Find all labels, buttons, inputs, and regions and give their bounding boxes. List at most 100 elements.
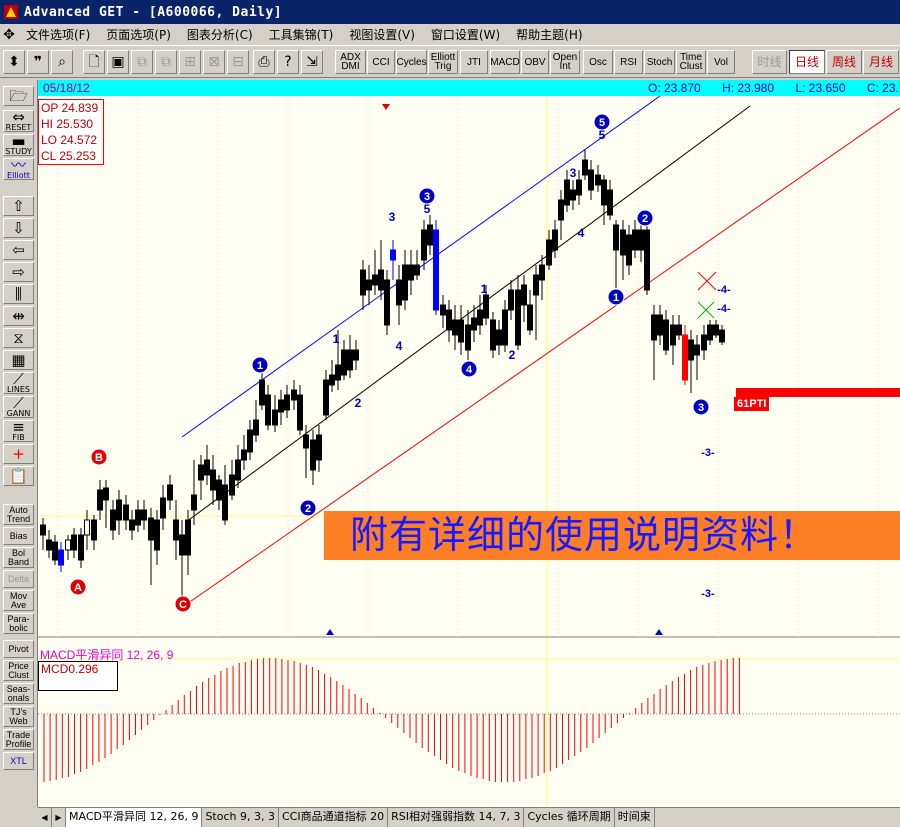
quote-header: 05/18/12 O: 23.870 H: 23.980 L: 23.650 C… <box>38 80 900 96</box>
top-marker <box>382 104 390 110</box>
delete-icon[interactable]: ⊠ <box>203 50 225 74</box>
study-tjs-web-button[interactable]: TJ's Web <box>3 706 34 727</box>
indicator-jti-button[interactable]: JTI <box>460 50 488 74</box>
elliott-button[interactable]: 〰 Elliott <box>3 158 34 180</box>
indicator-macd-button[interactable]: MACD <box>490 50 520 74</box>
title-bar: Advanced GET - [A600066, Daily] <box>0 0 900 24</box>
crosshair-button[interactable]: + <box>3 444 34 464</box>
fib-label: FIB <box>12 433 25 442</box>
indicator-vol-button[interactable]: Vol <box>707 50 735 74</box>
new-page-icon[interactable]: 🗋 <box>83 50 105 74</box>
study-mov-ave-button[interactable]: Mov Ave <box>3 590 34 611</box>
lines-button[interactable]: ⟋ LINES <box>3 372 34 394</box>
candle-body <box>141 509 147 521</box>
indicator-obv-button[interactable]: OBV <box>521 50 549 74</box>
expand-icon: ⇹ <box>12 307 25 325</box>
menu-page[interactable]: 页面选项(P) <box>98 26 179 43</box>
tab-rsi[interactable]: RSI相对强弱指数 14, 7, 3 <box>388 808 525 827</box>
study-parabolic-button[interactable]: Para-bolic <box>3 613 34 634</box>
copy-icon[interactable]: ⧉ <box>131 50 153 74</box>
period-monthly-button[interactable]: 月线 <box>863 50 899 74</box>
wave-label: 2 <box>642 213 648 225</box>
tab-stoch[interactable]: Stoch 9, 3, 3 <box>202 808 279 827</box>
menu-chart[interactable]: 图表分析(C) <box>179 26 261 43</box>
paste-icon[interactable]: ⧉ <box>155 50 177 74</box>
gann-button[interactable]: ⟋ GANN <box>3 396 34 418</box>
indicator-cci-button[interactable]: CCI <box>367 50 395 74</box>
menu-tools[interactable]: 工具集锦(T) <box>261 26 342 43</box>
tab-macd[interactable]: MACD平滑异同 12, 26, 9 <box>66 808 203 827</box>
tab-cycles[interactable]: Cycles 循环周期 <box>524 808 615 827</box>
grid-tool-icon[interactable]: ⊞ <box>179 50 201 74</box>
grid-button[interactable]: ▦ <box>3 350 34 370</box>
period-daily-button[interactable]: 日线 <box>789 50 825 74</box>
study-seasonals-button[interactable]: Seas-onals <box>3 683 34 704</box>
save-icon[interactable]: ▣ <box>107 50 129 74</box>
indicator-adx-dmi-button[interactable]: ADX DMI <box>335 50 366 74</box>
indicator-cycles-button[interactable]: Cycles <box>396 50 427 74</box>
pti-label: 61PTI <box>734 397 770 411</box>
menu-view[interactable]: 视图设置(V) <box>341 26 423 43</box>
print-icon[interactable]: ⎙ <box>253 50 275 74</box>
menu-help[interactable]: 帮助主题(H) <box>508 26 590 43</box>
redraw-icon[interactable]: ⇲ <box>301 50 323 74</box>
study-bias-button[interactable]: Bias <box>3 527 34 545</box>
wave-label: 5 <box>424 202 431 216</box>
period-weekly-button[interactable]: 周线 <box>826 50 862 74</box>
indicator-stoch-button[interactable]: Stoch <box>644 50 675 74</box>
candle-body <box>222 484 228 521</box>
study-auto-trend-button[interactable]: Auto Trend <box>3 504 34 525</box>
candle-body <box>173 519 179 541</box>
indicator-open-int-button[interactable]: Open Int <box>550 50 580 74</box>
bars-button[interactable]: ⫼ <box>3 284 34 304</box>
candle-body <box>694 344 700 356</box>
period-hourly-button[interactable]: 时线 <box>752 50 787 74</box>
candle-body <box>570 189 576 201</box>
study-xtl-button[interactable]: XTL <box>3 752 34 770</box>
indicator-elliott-trig-button[interactable]: Elliott Trig <box>428 50 458 74</box>
indicator-rsi-button[interactable]: RSI <box>614 50 643 74</box>
candle-body <box>241 449 247 461</box>
candle-body <box>626 234 632 266</box>
tab-cci[interactable]: CCI商品通道指标 20 <box>279 808 389 827</box>
study-trade-profile-button[interactable]: Trade Profile <box>3 729 34 750</box>
quote-icon[interactable]: ❞ <box>27 50 49 74</box>
wave-label: 4 <box>466 364 473 376</box>
menu-window[interactable]: 窗口设置(W) <box>423 26 508 43</box>
tab-prev-icon[interactable]: ◀ <box>38 808 52 827</box>
study-bol-band-button[interactable]: Bol Band <box>3 547 34 568</box>
compress-button[interactable]: ⧖ <box>3 328 34 348</box>
tab-next-icon[interactable]: ▶ <box>52 808 66 827</box>
zoom-icon[interactable]: ⌕ <box>51 50 73 74</box>
candle-body <box>670 324 676 346</box>
study-delta-button[interactable]: Delta <box>3 570 34 588</box>
menu-file[interactable]: 文件选项(F) <box>18 26 98 43</box>
scroll-left-button[interactable]: ⇦ <box>3 240 34 260</box>
open-folder-button[interactable]: 🗁 <box>3 86 34 106</box>
candle-body <box>508 289 514 311</box>
candle-body <box>490 319 496 351</box>
candle-body <box>414 264 420 276</box>
header-low: L: 23.650 <box>795 81 846 95</box>
candle-body <box>421 229 427 261</box>
report-button[interactable]: 📋 <box>3 466 34 486</box>
expand-button[interactable]: ⇹ <box>3 306 34 326</box>
candle-body <box>46 539 52 551</box>
scroll-up-button[interactable]: ⇧ <box>3 196 34 216</box>
scroll-down-button[interactable]: ⇩ <box>3 218 34 238</box>
pointer-icon[interactable]: ⬍ <box>3 50 25 74</box>
tab-time-cluster[interactable]: 时间束 <box>615 808 655 827</box>
menu-grip-icon[interactable]: ✥ <box>0 26 18 44</box>
scroll-right-button[interactable]: ⇨ <box>3 262 34 282</box>
help-pointer-icon[interactable]: ? <box>277 50 299 74</box>
study-button[interactable]: ▬ STUDY <box>3 134 34 156</box>
fib-button[interactable]: ≡ FIB <box>3 420 34 442</box>
window-title: Advanced GET - [A600066, Daily] <box>24 4 283 20</box>
indicator-time-clust-button[interactable]: Time Clust <box>676 50 706 74</box>
indicator-osc-button[interactable]: Osc <box>583 50 613 74</box>
study-price-clust-button[interactable]: Price Clust <box>3 660 34 681</box>
reset-button[interactable]: ⇔ RESET <box>3 110 34 132</box>
chart-area[interactable]: A B C 1 2 3 4 5 1 2 3 1 2 3 4 5 1 2 3 4 5 -4- -4- -3- -3- 05/18/… <box>38 80 900 807</box>
layout-icon[interactable]: ⊟ <box>227 50 249 74</box>
study-pivot-button[interactable]: Pivot <box>3 640 34 658</box>
